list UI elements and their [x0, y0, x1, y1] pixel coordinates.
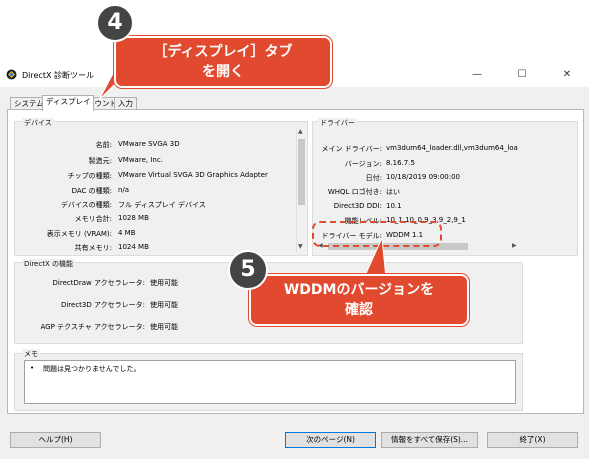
callout-5-pointer [356, 236, 396, 279]
device-dac-label: DAC の種類: [71, 187, 112, 195]
minimize-button[interactable]: — [455, 64, 499, 86]
driver-main-label: メイン ドライバー: [321, 145, 382, 153]
direct3d-value: 使用可能 [150, 301, 178, 309]
device-type-value: フル ディスプレイ デバイス [118, 201, 206, 209]
device-chip-value: VMware Virtual SVGA 3D Graphics Adapter [118, 171, 268, 179]
device-chip-label: チップの種類: [67, 172, 112, 180]
direct3d-label: Direct3D アクセラレータ: [60, 301, 145, 309]
device-manufacturer-value: VMware, Inc. [118, 156, 163, 164]
memo-textbox[interactable]: • 問題は見つかりませんでした。 [24, 360, 516, 404]
step-5-badge: 5 [228, 250, 268, 290]
exit-button[interactable]: 終了(X) [487, 432, 578, 448]
driver-version-value: 8.16.7.5 [386, 159, 415, 167]
driver-version-label: バージョン: [344, 160, 382, 168]
device-shared-memory-label: 共有メモリ: [74, 244, 112, 252]
driver-date-value: 10/18/2019 09:00:00 [386, 173, 461, 181]
callout-4-line2: を開く [202, 64, 244, 80]
scroll-right-icon[interactable]: ▶ [512, 242, 517, 249]
callout-4-line1: ［ディスプレイ］タブ [153, 44, 293, 60]
device-type-label: デバイスの種類: [60, 201, 112, 209]
driver-ddi-value: 10.1 [386, 202, 402, 210]
memo-group-title: メモ [22, 349, 40, 359]
device-total-memory-value: 1028 MB [118, 214, 149, 222]
callout-5-line2: 確認 [345, 302, 373, 318]
callout-5-line1: WDDMのバージョンを [283, 282, 435, 298]
directdraw-value: 使用可能 [150, 279, 178, 287]
device-manufacturer-label: 製造元: [88, 157, 112, 165]
callout-5-box: WDDMのバージョンを 確認 [249, 274, 469, 326]
device-dac-value: n/a [118, 186, 130, 194]
scroll-up-icon[interactable]: ▲ [298, 128, 303, 135]
scroll-down-icon[interactable]: ▼ [298, 243, 303, 250]
close-button[interactable]: ✕ [545, 64, 589, 86]
device-name-value: VMware SVGA 3D [118, 140, 180, 148]
device-name-label: 名前: [95, 141, 112, 149]
save-all-info-button[interactable]: 情報をすべて保存(S)... [381, 432, 478, 448]
next-page-button[interactable]: 次のページ(N) [285, 432, 376, 448]
window-title: DirectX 診断ツール [22, 71, 94, 80]
memo-item: 問題は見つかりませんでした。 [43, 365, 141, 373]
device-vram-label: 表示メモリ (VRAM): [46, 230, 112, 238]
device-total-memory-label: メモリ合計: [74, 215, 112, 223]
device-group-title: デバイス [22, 118, 54, 128]
callout-4-box: ［ディスプレイ］タブ を開く [114, 36, 332, 88]
driver-whql-value: はい [386, 188, 400, 196]
driver-ddi-label: Direct3D DDI: [333, 202, 382, 210]
tab-display[interactable]: ディスプレイ [42, 95, 95, 111]
device-shared-memory-value: 1024 MB [118, 243, 149, 251]
agp-value: 使用可能 [150, 323, 178, 331]
directdraw-label: DirectDraw アクセラレータ: [52, 279, 145, 287]
features-group-title: DirectX の機能 [22, 259, 75, 269]
driver-main-value: vm3dum64_loader.dll,vm3dum64_loader.d [386, 144, 518, 152]
maximize-button[interactable]: ☐ [500, 64, 544, 86]
device-vram-value: 4 MB [118, 229, 136, 237]
help-button[interactable]: ヘルプ(H) [10, 432, 101, 448]
memo-bullet-icon: • [30, 364, 35, 372]
dxdiag-app-icon [6, 69, 17, 80]
agp-label: AGP テクスチャ アクセラレータ: [40, 323, 146, 331]
driver-whql-label: WHQL ロゴ付き: [327, 188, 382, 196]
driver-group-title: ドライバー [318, 118, 357, 128]
driver-date-label: 日付: [365, 174, 382, 182]
step-4-badge: 4 [96, 4, 134, 42]
